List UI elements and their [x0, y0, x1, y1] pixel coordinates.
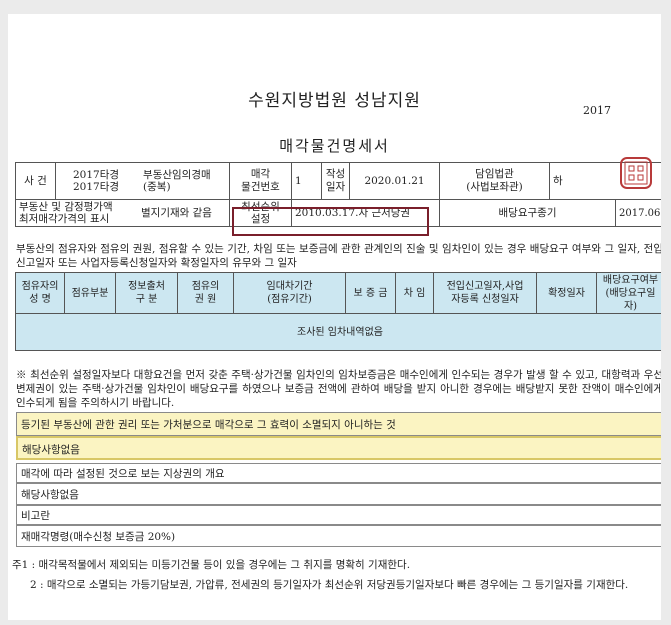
written-date: 2020.01.21 — [349, 162, 440, 200]
col-occupant-name: 점유자의 성 명 — [15, 272, 65, 314]
rights-section-title: 등기된 부동산에 관한 권리 또는 가처분으로 매각으로 그 효력이 소멸되지 … — [16, 412, 661, 436]
dividend-date: 2017.06.05 — [614, 199, 661, 227]
superficies-section-value: 해당사항없음 — [16, 483, 661, 505]
case-name: 부동산임의경매 — [143, 169, 211, 181]
dividend-label: 배당요구종기 — [439, 199, 616, 227]
footnote-1: 주1 : 매각목적물에서 제외되는 미등기건물 등이 있을 경우에는 그 취지를… — [12, 559, 411, 571]
court-seal-icon — [620, 157, 652, 189]
case-duplicate: (중복) — [143, 181, 171, 193]
appraisal-value: 별지기재와 같음 — [141, 206, 212, 219]
judge-name: 하 — [553, 174, 563, 187]
case-label: 사 건 — [15, 162, 56, 200]
written-date-label: 작성 일자 — [321, 162, 350, 200]
case-code: 2017 — [583, 104, 611, 117]
col-move-in-date: 전입신고일자,사업 자등록 신청일자 — [433, 272, 537, 314]
footnote-2: 2 : 매각으로 소멸되는 가등기담보권, 가압류, 전세권의 등기일자가 최선… — [30, 579, 629, 591]
col-occupied-part: 점유부분 — [64, 272, 116, 314]
occupancy-notice: 부동산의 점유자와 점유의 권원, 점유할 수 있는 기간, 차임 또는 보증금… — [16, 243, 661, 269]
first-lien-value: 2010.03.17.자 근저당권 — [291, 199, 440, 227]
col-deposit: 보 증 금 — [345, 272, 396, 314]
superficies-section-title: 매각에 따라 설정된 것으로 보는 지상권의 개요 — [16, 463, 661, 483]
remarks-section-title: 비고란 — [16, 505, 661, 525]
occupancy-table: 점유자의 성 명 점유부분 정보출처 구 분 점유의 권 원 임대차기간 (점유… — [15, 272, 661, 351]
first-lien-label: 최선순위 설정 — [229, 199, 292, 227]
case-number-1: 2017타경 — [73, 169, 120, 181]
court-name: 수원지방법원 성남지원 — [248, 91, 421, 111]
col-occupancy-right: 점유의 권 원 — [177, 272, 234, 314]
document-title: 매각물건명세서 — [279, 137, 390, 155]
document-sheet: 수원지방법원 성남지원 2017 매각물건명세서 사 건 2017타경 2017… — [8, 14, 661, 620]
sale-number-label: 매각 물건번호 — [229, 162, 292, 200]
appraisal-cell: 부동산 및 감정평가액 최저매각가격의 표시 별지기재와 같음 — [15, 199, 230, 227]
col-dividend-request: 배당요구여부 (배당요구일자) — [596, 272, 661, 314]
case-info-table: 사 건 2017타경 2017타경 부동산임의경매 (중복) 매각 물건번호 1… — [15, 162, 661, 227]
col-fixed-date: 확정일자 — [536, 272, 597, 314]
judge-label: 담임법관 (사법보좌관) — [439, 162, 550, 200]
rights-section-value: 해당사항없음 — [16, 436, 661, 460]
occupancy-empty-row: 조사된 임차내역없음 — [15, 313, 661, 351]
remarks-section-value: 재매각명령(매수신청 보증금 20%) — [16, 525, 661, 547]
col-lease-period: 임대차기간 (점유기간) — [233, 272, 346, 314]
col-rent: 차 임 — [395, 272, 434, 314]
sale-number: 1 — [291, 162, 322, 200]
priority-notice: ※ 최선순위 설정일자보다 대항요건을 먼저 갖춘 주택·상가건물 임차인의 임… — [16, 369, 661, 409]
col-info-source: 정보출처 구 분 — [115, 272, 178, 314]
appraisal-label: 부동산 및 감정평가액 최저매각가격의 표시 — [19, 201, 113, 225]
case-number-2: 2017타경 — [73, 181, 120, 193]
case-number-cell: 2017타경 2017타경 부동산임의경매 (중복) — [55, 162, 230, 200]
